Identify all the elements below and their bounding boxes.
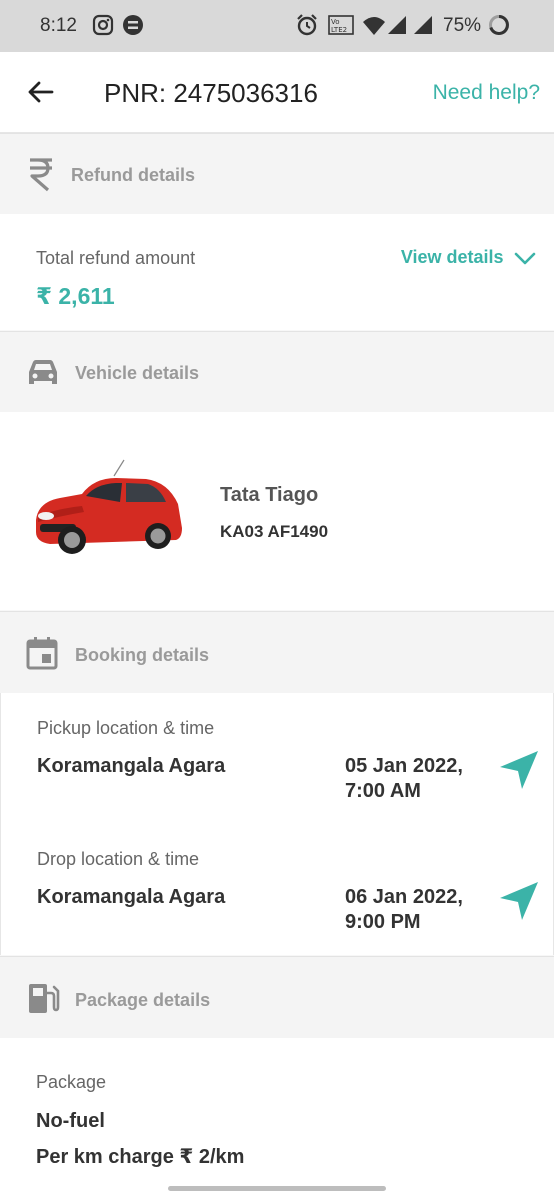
rupee-icon — [30, 158, 52, 192]
pickup-time: 7:00 AM — [345, 780, 421, 802]
drop-location: Koramangala Agara — [37, 886, 226, 908]
vehicle-card: Tata Tiago KA03 AF1490 — [0, 412, 554, 610]
drop-label: Drop location & time — [37, 849, 200, 869]
booking-section-label: Booking details — [75, 645, 210, 665]
pickup-navigate-icon[interactable] — [498, 749, 540, 791]
drop-navigate-icon[interactable] — [498, 880, 540, 922]
total-refund-label: Total refund amount — [36, 248, 196, 268]
signal-icon — [388, 16, 406, 34]
vehicle-section-header: Vehicle details — [0, 331, 554, 413]
package-fuel: No-fuel — [36, 1110, 105, 1132]
refund-section-header: Refund details — [0, 133, 554, 215]
vehicle-plate: KA03 AF1490 — [220, 522, 329, 541]
back-arrow-icon[interactable] — [26, 78, 54, 106]
booking-card: Pickup location & time Koramangala Agara… — [0, 693, 554, 955]
volte-icon: Vo LTE2 — [328, 15, 354, 35]
alarm-icon — [297, 14, 317, 36]
package-card: Package No-fuel Per km charge ₹ 2/km — [0, 1038, 554, 1200]
car-image — [36, 459, 182, 554]
package-label: Package — [36, 1072, 107, 1092]
package-section-label: Package details — [75, 990, 211, 1010]
home-indicator[interactable] — [168, 1186, 386, 1191]
view-details-button[interactable]: View details — [401, 247, 536, 268]
page-title: PNR: 2475036316 — [104, 78, 318, 108]
package-km-charge: Per km charge ₹ 2/km — [36, 1146, 245, 1168]
refund-card: Total refund amount ₹ 2,611 View details — [0, 214, 554, 330]
package-section-header: Package details — [0, 956, 554, 1039]
battery-percent: 75% — [443, 15, 482, 36]
battery-ring-icon — [489, 15, 509, 35]
svg-text:LTE2: LTE2 — [331, 26, 347, 34]
drop-time: 9:00 PM — [345, 911, 421, 933]
signal-icon-2 — [414, 16, 432, 34]
fuel-pump-icon — [29, 984, 60, 1013]
refund-amount: ₹ 2,611 — [36, 283, 115, 309]
vehicle-name: Tata Tiago — [220, 484, 319, 506]
drop-date: 06 Jan 2022, — [345, 886, 463, 908]
app-icon — [123, 15, 143, 35]
chevron-down-icon — [514, 252, 536, 265]
pickup-date: 05 Jan 2022, — [345, 755, 463, 777]
pickup-label: Pickup location & time — [37, 718, 215, 738]
refund-section-label: Refund details — [71, 165, 196, 185]
wifi-icon — [363, 17, 385, 35]
vehicle-section-label: Vehicle details — [75, 363, 200, 383]
calendar-icon — [26, 637, 58, 670]
booking-section-header: Booking details — [0, 611, 554, 694]
car-icon — [29, 360, 57, 384]
pickup-location: Koramangala Agara — [37, 755, 226, 777]
svg-text:Vo: Vo — [331, 18, 340, 26]
status-time: 8:12 — [40, 15, 77, 36]
need-help-link[interactable]: Need help? — [433, 81, 540, 105]
instagram-icon — [92, 14, 114, 36]
status-bar: 8:12 Vo LTE2 75% — [0, 0, 554, 52]
app-bar: PNR: 2475036316 Need help? — [0, 52, 554, 133]
view-details-label: View details — [400, 247, 504, 267]
